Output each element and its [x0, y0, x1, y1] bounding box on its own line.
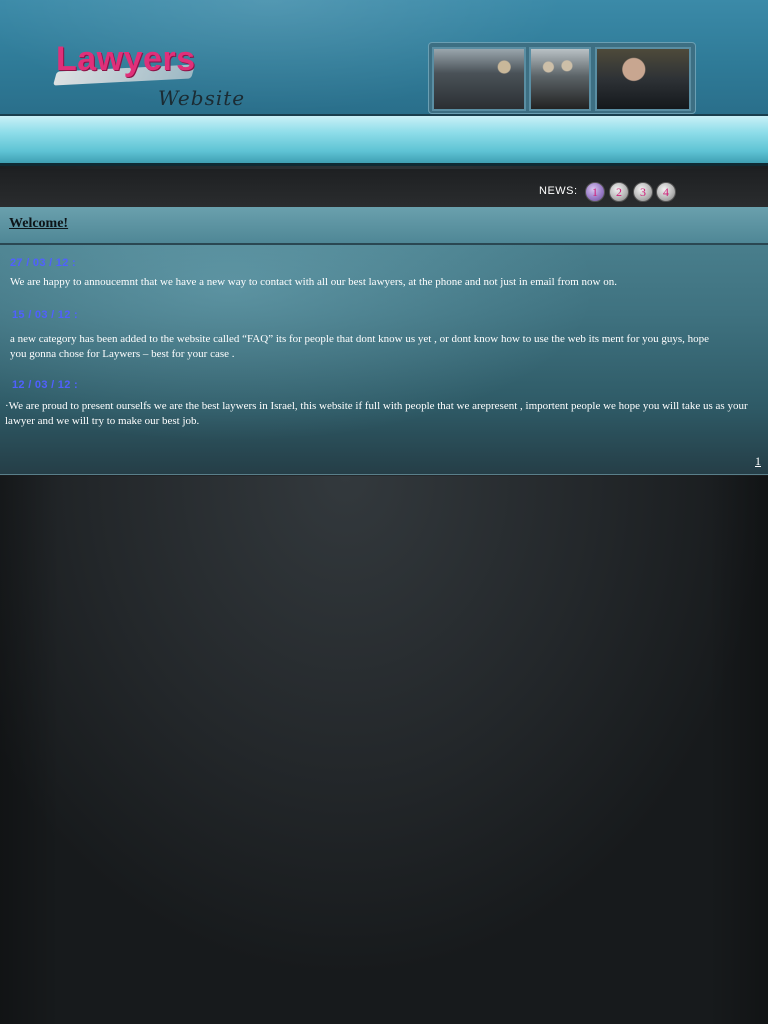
- logo-title: Lawyers: [56, 40, 196, 78]
- courtroom-photo: [432, 47, 526, 111]
- news-page-1-button[interactable]: 1: [585, 182, 605, 202]
- page-background: [0, 476, 768, 1024]
- news-date: 15 / 03 / 12 :: [12, 309, 78, 321]
- news-text: ·We are proud to present ourselfs we are…: [5, 400, 748, 427]
- news-page-4-button[interactable]: 4: [656, 182, 676, 202]
- page-link[interactable]: 1: [755, 454, 761, 469]
- header-photo-strip: [428, 42, 696, 114]
- welcome-title: Welcome!: [9, 216, 69, 231]
- news-pagination-bar: NEWS: 1 2 3 4: [0, 169, 768, 207]
- site-logo[interactable]: Lawyers: [52, 40, 196, 88]
- welcome-bar: Welcome!: [0, 207, 768, 245]
- news-page-3-button[interactable]: 3: [633, 182, 653, 202]
- news-date: 12 / 03 / 12 :: [12, 379, 78, 391]
- news-label: NEWS:: [539, 185, 578, 197]
- logo-subtitle: Website: [158, 86, 246, 110]
- news-text: a new category has been added to the web…: [10, 333, 710, 360]
- news-panel: Welcome! 27 / 03 / 12 : We are happy to …: [0, 207, 768, 475]
- news-text: We are happy to annoucemnt that we have …: [10, 276, 617, 288]
- news-date: 27 / 03 / 12 :: [10, 257, 76, 269]
- news-page-2-button[interactable]: 2: [609, 182, 629, 202]
- navigation-bar: [0, 116, 768, 166]
- lawyer-portrait-photo: [595, 47, 691, 111]
- lawyers-group-photo: [529, 47, 591, 111]
- site-header: Lawyers Website: [0, 0, 768, 116]
